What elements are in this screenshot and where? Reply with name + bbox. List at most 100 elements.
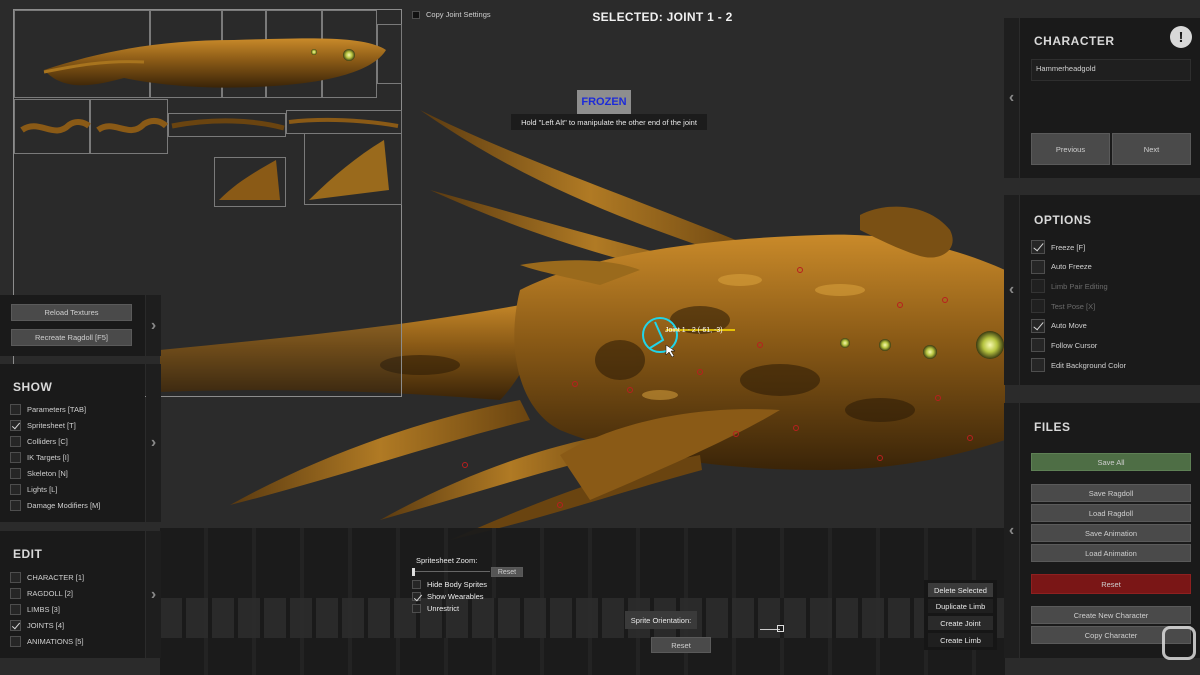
slider-handle[interactable]: [412, 568, 415, 576]
create-limb-button[interactable]: Create Limb: [928, 633, 993, 647]
save-all-button[interactable]: Save All: [1031, 453, 1191, 471]
reset-button[interactable]: Reset: [1031, 574, 1191, 594]
edit-panel: EDIT CHARACTER [1] RAGDOLL [2] LIMBS [3]…: [0, 531, 145, 658]
option-auto-move[interactable]: Auto Move: [1031, 318, 1126, 334]
slider-handle[interactable]: [777, 625, 784, 632]
show-wearables[interactable]: Show Wearables: [412, 590, 487, 602]
checkbox[interactable]: [412, 579, 421, 589]
edit-item[interactable]: ANIMATIONS [5]: [10, 633, 84, 649]
character-name-field[interactable]: Hammerheadgold: [1031, 59, 1191, 81]
option-limb-pair-editing: Limb Pair Editing: [1031, 278, 1126, 294]
show-title: SHOW: [13, 380, 53, 394]
edit-panel-toggle[interactable]: ›: [146, 531, 161, 658]
delete-selected-button[interactable]: Delete Selected: [928, 583, 993, 597]
copy-joint-settings-label: Copy Joint Settings: [426, 10, 491, 19]
options-list: Freeze [F] Auto Freeze Limb Pair Editing…: [1031, 239, 1126, 373]
files-title: FILES: [1034, 420, 1071, 434]
duplicate-limb-button[interactable]: Duplicate Limb: [928, 599, 993, 613]
spritesheet-zoom-slider[interactable]: [412, 568, 492, 576]
checkbox[interactable]: [10, 403, 21, 415]
spritesheet-art: [20, 38, 399, 200]
checkbox[interactable]: [10, 451, 21, 463]
show-panel: SHOW Parameters [TAB] Spritesheet [T] Co…: [0, 364, 145, 522]
options-panel-toggle[interactable]: ‹: [1004, 195, 1019, 385]
checkbox[interactable]: [10, 419, 21, 431]
checkbox[interactable]: [10, 635, 21, 647]
checkbox[interactable]: [10, 619, 21, 631]
show-item[interactable]: Colliders [C]: [10, 433, 100, 449]
edit-item[interactable]: LIMBS [3]: [10, 601, 84, 617]
checkbox: [1031, 299, 1045, 314]
checkbox: [1031, 279, 1045, 294]
option-freeze[interactable]: Freeze [F]: [1031, 239, 1126, 255]
checkbox[interactable]: [412, 603, 421, 613]
checkbox[interactable]: [10, 467, 21, 479]
orientation-reset-button[interactable]: Reset: [651, 637, 711, 653]
edit-item[interactable]: RAGDOLL [2]: [10, 585, 84, 601]
checkbox[interactable]: [10, 587, 21, 599]
slider-track: [412, 571, 490, 572]
show-item[interactable]: Spritesheet [T]: [10, 417, 100, 433]
load-animation-button[interactable]: Load Animation: [1031, 544, 1191, 562]
show-panel-toggle[interactable]: ›: [146, 364, 161, 522]
option-follow-cursor[interactable]: Follow Cursor: [1031, 337, 1126, 353]
edit-item[interactable]: JOINTS [4]: [10, 617, 84, 633]
zoom-reset-button[interactable]: Reset: [491, 567, 523, 577]
chevron-left-icon: ‹: [1008, 281, 1015, 298]
checkbox[interactable]: [10, 603, 21, 615]
copy-joint-settings-checkbox[interactable]: [412, 10, 420, 19]
checkbox[interactable]: [412, 591, 421, 601]
sprite-orientation-label: Sprite Orientation:: [625, 611, 697, 629]
show-item[interactable]: IK Targets [I]: [10, 449, 100, 465]
recreate-ragdoll-button[interactable]: Recreate Ragdoll [F5]: [11, 329, 132, 346]
show-item[interactable]: Skeleton [N]: [10, 465, 100, 481]
chevron-right-icon: ›: [150, 434, 157, 451]
save-ragdoll-button[interactable]: Save Ragdoll: [1031, 484, 1191, 502]
options-panel: OPTIONS Freeze [F] Auto Freeze Limb Pair…: [1020, 195, 1200, 385]
chevron-left-icon: ‹: [1008, 89, 1015, 106]
checkbox[interactable]: [10, 483, 21, 495]
next-character-button[interactable]: Next: [1112, 133, 1191, 165]
create-joint-button[interactable]: Create Joint: [928, 616, 993, 630]
checkbox[interactable]: [1031, 240, 1045, 254]
edit-title: EDIT: [13, 547, 43, 561]
checkbox[interactable]: [1031, 259, 1045, 274]
show-item[interactable]: Parameters [TAB]: [10, 401, 100, 417]
texture-panel: Reload Textures Recreate Ragdoll [F5]: [0, 295, 145, 356]
options-title: OPTIONS: [1034, 213, 1092, 227]
checkbox[interactable]: [10, 499, 21, 511]
option-auto-freeze[interactable]: Auto Freeze: [1031, 259, 1126, 275]
edit-list: CHARACTER [1] RAGDOLL [2] LIMBS [3] JOIN…: [10, 569, 84, 649]
create-new-character-button[interactable]: Create New Character: [1031, 606, 1191, 624]
chevron-left-icon: ‹: [1008, 521, 1015, 539]
spritesheet-zoom-label: Spritesheet Zoom:: [416, 556, 478, 565]
checkbox[interactable]: [1031, 358, 1045, 373]
character-panel-toggle[interactable]: ‹: [1004, 18, 1019, 178]
checkbox[interactable]: [10, 435, 21, 447]
texture-panel-toggle[interactable]: ›: [146, 295, 161, 356]
joint-label: Joint 1 - 2 (-61, -3): [665, 327, 723, 334]
sprite-orientation-slider[interactable]: [760, 625, 784, 633]
chevron-right-icon: ›: [150, 585, 157, 603]
info-icon[interactable]: !: [1170, 26, 1192, 48]
checkbox[interactable]: [10, 571, 21, 583]
option-edit-background-color[interactable]: Edit Background Color: [1031, 357, 1126, 373]
checkbox[interactable]: [1031, 318, 1045, 333]
checkbox[interactable]: [1031, 338, 1045, 353]
unrestrict[interactable]: Unrestrict: [412, 602, 487, 614]
load-ragdoll-button[interactable]: Load Ragdoll: [1031, 504, 1191, 522]
hide-body-sprites[interactable]: Hide Body Sprites: [412, 578, 487, 590]
copy-joint-settings[interactable]: Copy Joint Settings: [412, 10, 491, 19]
reload-textures-button[interactable]: Reload Textures: [11, 304, 132, 321]
save-animation-button[interactable]: Save Animation: [1031, 524, 1191, 542]
files-panel-toggle[interactable]: ‹: [1004, 403, 1019, 658]
creature-eye: [840, 338, 850, 348]
edit-item[interactable]: CHARACTER [1]: [10, 569, 84, 585]
show-item[interactable]: Lights [L]: [10, 481, 100, 497]
creature-eye: [923, 345, 937, 359]
character-panel: CHARACTER ! Hammerheadgold Previous Next: [1020, 18, 1200, 178]
show-item[interactable]: Damage Modifiers [M]: [10, 497, 100, 513]
frozen-badge: FROZEN: [577, 90, 631, 114]
previous-character-button[interactable]: Previous: [1031, 133, 1110, 165]
floor-tiles: [160, 528, 1005, 675]
